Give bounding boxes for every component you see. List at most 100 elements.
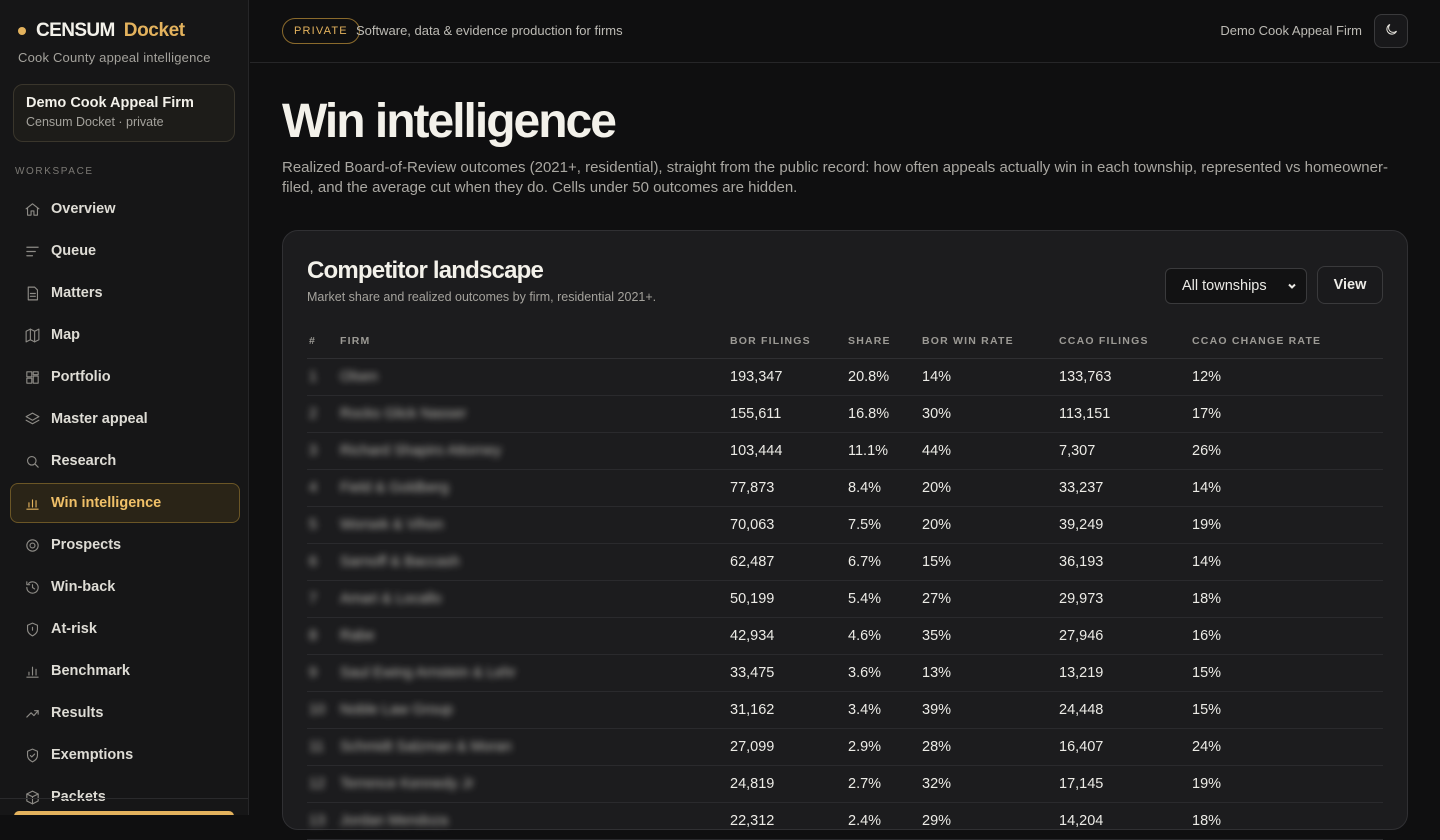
sidebar-item-results[interactable]: Results xyxy=(10,693,240,733)
cell-ccao-change-rate: 15% xyxy=(1192,665,1222,681)
sidebar-item-label: Matters xyxy=(51,285,103,301)
table-row[interactable]: 5 Worsek & Vihon 70,063 7.5% 20% 39,249 19% xyxy=(307,507,1383,544)
card-subtitle: Market share and realized outcomes by fi… xyxy=(307,290,657,304)
target-icon xyxy=(23,536,41,554)
cell-rank: 6 xyxy=(309,554,318,570)
cell-bor-win-rate: 29% xyxy=(922,813,952,829)
sidebar-item-exemptions[interactable]: Exemptions xyxy=(10,735,240,775)
firm-switcher[interactable]: Demo Cook Appeal Firm Censum Docket · pr… xyxy=(13,84,235,142)
table-row[interactable]: 2 Rocks Glick Nasser 155,611 16.8% 30% 113,15… xyxy=(307,396,1383,433)
table-row[interactable]: 12 Terrence Kennedy Jr 24,819 2.7% 32% 17,145… xyxy=(307,766,1383,803)
card-title: Competitor landscape xyxy=(307,257,544,284)
cell-rank: 9 xyxy=(309,665,318,681)
cell-rank: 4 xyxy=(309,480,318,496)
theme-toggle-button[interactable] xyxy=(1374,14,1408,48)
brand-dot-icon xyxy=(18,27,26,35)
sidebar-item-label: Win-back xyxy=(51,579,116,595)
cell-bor-win-rate: 39% xyxy=(922,702,952,718)
cell-firm: Schmidt Salzman & Moran xyxy=(340,739,512,755)
table-row[interactable]: 6 Sarnoff & Baccash 62,487 6.7% 15% 36,193 14% xyxy=(307,544,1383,581)
shield-check-icon xyxy=(23,746,41,764)
sidebar-item-map[interactable]: Map xyxy=(10,315,240,355)
column-header-ccao-filings[interactable]: CCAO FILINGS xyxy=(1059,335,1149,347)
search-icon xyxy=(23,452,41,470)
cell-rank: 13 xyxy=(309,813,326,829)
column-header-firm[interactable]: FIRM xyxy=(340,335,370,347)
brand-logo[interactable]: CENSUM Docket xyxy=(18,20,185,42)
table-row[interactable]: 10 Noble Law Group 31,162 3.4% 39% 24,448 15% xyxy=(307,692,1383,729)
cell-bor-win-rate: 14% xyxy=(922,369,952,385)
competitor-table: # FIRM BOR FILINGS SHARE BOR WIN RATE CC… xyxy=(307,326,1383,840)
cell-ccao-change-rate: 14% xyxy=(1192,480,1222,496)
cell-bor-win-rate: 27% xyxy=(922,591,952,607)
cell-rank: 12 xyxy=(309,776,326,792)
brand-product: Docket xyxy=(123,20,185,41)
column-header-ccao-change-rate[interactable]: CCAO CHANGE RATE xyxy=(1192,335,1321,347)
township-select[interactable]: All townships xyxy=(1165,268,1307,304)
cell-bor-win-rate: 20% xyxy=(922,480,952,496)
cell-share: 8.4% xyxy=(848,480,882,496)
cell-firm: Rabe xyxy=(340,628,375,644)
cell-share: 3.6% xyxy=(848,665,882,681)
column-header-rank[interactable]: # xyxy=(309,335,316,347)
bar-chart-icon xyxy=(23,494,41,512)
brand-name: CENSUM xyxy=(36,20,115,41)
topbar-tagline: Software, data & evidence production for… xyxy=(356,23,623,38)
sidebar-item-win-back[interactable]: Win-back xyxy=(10,567,240,607)
cell-bor-filings: 22,312 xyxy=(730,813,775,829)
cell-ccao-change-rate: 19% xyxy=(1192,776,1222,792)
cell-ccao-filings: 33,237 xyxy=(1059,480,1104,496)
topbar-firm-name[interactable]: Demo Cook Appeal Firm xyxy=(1220,23,1362,38)
table-row[interactable]: 1 Olsen 193,347 20.8% 14% 133,763 12% xyxy=(307,359,1383,396)
cell-bor-filings: 70,063 xyxy=(730,517,775,533)
cell-share: 16.8% xyxy=(848,406,890,422)
view-button[interactable]: View xyxy=(1317,266,1383,304)
brand-subtitle: Cook County appeal intelligence xyxy=(18,50,211,65)
sidebar-item-label: Queue xyxy=(51,243,97,259)
cell-firm: Terrence Kennedy Jr xyxy=(340,776,474,792)
sidebar-item-at-risk[interactable]: At-risk xyxy=(10,609,240,649)
sidebar-item-win-intelligence[interactable]: Win intelligence xyxy=(10,483,240,523)
sidebar-footer-button[interactable] xyxy=(14,811,234,815)
sidebar-item-benchmark[interactable]: Benchmark xyxy=(10,651,240,691)
cell-firm: Olsen xyxy=(340,369,378,385)
cell-bor-filings: 27,099 xyxy=(730,739,775,755)
cell-bor-filings: 33,475 xyxy=(730,665,775,681)
sidebar-item-label: Overview xyxy=(51,201,116,217)
table-row[interactable]: 7 Amari & Locallo 50,199 5.4% 27% 29,973 18% xyxy=(307,581,1383,618)
cell-bor-win-rate: 44% xyxy=(922,443,952,459)
column-header-bor-win-rate[interactable]: BOR WIN RATE xyxy=(922,335,1014,347)
cell-bor-filings: 103,444 xyxy=(730,443,783,459)
sidebar-item-overview[interactable]: Overview xyxy=(10,189,240,229)
table-row[interactable]: 3 Richard Shapiro Attorney 103,444 11.1% 44%… xyxy=(307,433,1383,470)
sidebar-footer-divider xyxy=(0,798,248,799)
sidebar-item-matters[interactable]: Matters xyxy=(10,273,240,313)
cell-rank: 8 xyxy=(309,628,318,644)
table-row[interactable]: 8 Rabe 42,934 4.6% 35% 27,946 16% xyxy=(307,618,1383,655)
sidebar-item-master-appeal[interactable]: Master appeal xyxy=(10,399,240,439)
sidebar-item-queue[interactable]: Queue xyxy=(10,231,240,271)
table-row[interactable]: 13 Jordan Mendoza 22,312 2.4% 29% 14,204 18% xyxy=(307,803,1383,840)
sidebar-item-label: Win intelligence xyxy=(51,495,162,511)
sidebar-item-label: Packets xyxy=(51,789,106,805)
table-row[interactable]: 11 Schmidt Salzman & Moran 27,099 2.9% 28% 16… xyxy=(307,729,1383,766)
sidebar-item-portfolio[interactable]: Portfolio xyxy=(10,357,240,397)
bar-chart-icon xyxy=(23,662,41,680)
table-body: 1 Olsen 193,347 20.8% 14% 133,763 12% 2 Rocks Gl… xyxy=(307,359,1383,840)
sidebar-item-research[interactable]: Research xyxy=(10,441,240,481)
cell-ccao-change-rate: 18% xyxy=(1192,591,1222,607)
column-header-bor-filings[interactable]: BOR FILINGS xyxy=(730,335,811,347)
table-row[interactable]: 4 Field & Goldberg 77,873 8.4% 20% 33,237 14% xyxy=(307,470,1383,507)
sidebar-item-label: Research xyxy=(51,453,117,469)
cell-ccao-filings: 36,193 xyxy=(1059,554,1104,570)
grid-icon xyxy=(23,368,41,386)
sidebar-item-label: Results xyxy=(51,705,104,721)
cell-rank: 10 xyxy=(309,702,326,718)
document-icon xyxy=(23,284,41,302)
sidebar-item-prospects[interactable]: Prospects xyxy=(10,525,240,565)
sidebar-item-label: Portfolio xyxy=(51,369,111,385)
column-header-share[interactable]: SHARE xyxy=(848,335,891,347)
sidebar-item-packets[interactable]: Packets xyxy=(10,777,240,815)
cell-share: 11.1% xyxy=(848,443,889,459)
table-row[interactable]: 9 Saul Ewing Arnstein & Lehr 33,475 3.6% 13%… xyxy=(307,655,1383,692)
